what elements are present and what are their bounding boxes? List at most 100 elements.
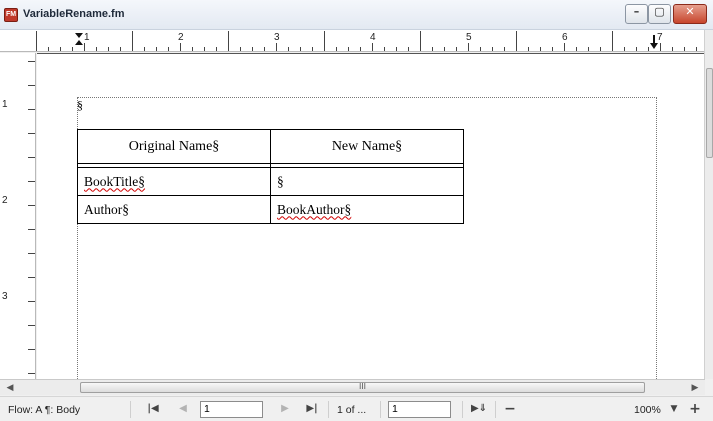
ruler-tick: [300, 47, 301, 51]
ruler-tick: [468, 43, 469, 51]
cell-text: §: [277, 173, 284, 189]
ruler-tick: [252, 47, 253, 51]
ruler-tick: [168, 47, 169, 51]
ruler-tick: [420, 31, 421, 51]
flow-tag-label: Flow: A ¶: Body: [8, 404, 81, 416]
ruler-tick: [672, 47, 673, 51]
horizontal-ruler[interactable]: 1 2 3 4 5 6 7: [0, 30, 705, 52]
vertical-ruler[interactable]: 1 2 3: [0, 53, 36, 379]
ruler-tick: [28, 133, 35, 134]
ruler-tick: [384, 47, 385, 51]
goto-page-input[interactable]: 1: [388, 401, 451, 418]
ruler-number: 4: [370, 32, 376, 43]
vertical-scrollbar[interactable]: [704, 30, 713, 379]
ruler-tick: [348, 47, 349, 51]
left-indent-marker-icon[interactable]: [74, 32, 84, 50]
framemaker-app-icon[interactable]: FM: [4, 8, 18, 22]
ruler-tick: [28, 373, 35, 374]
scroll-left-arrow-icon[interactable]: ◀: [3, 381, 17, 395]
ruler-tick: [28, 325, 35, 326]
ruler-tick: [204, 47, 205, 51]
ruler-number: 2: [2, 195, 8, 206]
ruler-tick: [36, 31, 37, 51]
ruler-tick: [28, 301, 35, 302]
first-page-button[interactable]: |◀: [146, 402, 160, 416]
ruler-tick: [28, 61, 35, 62]
minimize-button[interactable]: –: [625, 4, 648, 24]
ruler-tick: [588, 47, 589, 51]
cell-text: BookAuthor§: [277, 201, 352, 217]
table-cell-original[interactable]: Author§: [77, 195, 271, 224]
last-page-button[interactable]: ▶|: [305, 402, 319, 416]
ruler-tick: [432, 47, 433, 51]
document-canvas[interactable]: § Original Name§ New Name§ BookTitle§ § …: [37, 53, 704, 379]
table-header-row: Original Name§ New Name§: [77, 129, 464, 164]
table-cell-new[interactable]: BookAuthor§: [270, 195, 464, 224]
status-separator: [495, 401, 496, 418]
zoom-dropdown-icon[interactable]: ▼: [667, 402, 681, 416]
ruler-tick: [396, 47, 397, 51]
zoom-out-button[interactable]: −: [503, 402, 517, 416]
ruler-tick: [144, 47, 145, 51]
zoom-in-button[interactable]: +: [688, 402, 702, 416]
ruler-tick: [240, 47, 241, 51]
ruler-tick: [96, 47, 97, 51]
ruler-number: 5: [466, 32, 472, 43]
header-original-name[interactable]: Original Name§: [77, 129, 271, 164]
ruler-tick: [28, 277, 35, 278]
ruler-tick: [72, 47, 73, 51]
ruler-tick: [360, 47, 361, 51]
ruler-number: 2: [178, 32, 184, 43]
ruler-tick: [552, 47, 553, 51]
header-new-name[interactable]: New Name§: [270, 129, 464, 164]
ruler-tick: [28, 229, 35, 230]
ruler-tick: [660, 43, 661, 51]
maximize-button[interactable]: ▢: [648, 4, 671, 24]
ruler-tick: [28, 253, 35, 254]
window-title: VariableRename.fm: [23, 8, 125, 20]
goto-page-icon[interactable]: ▶⇓: [470, 402, 488, 416]
ruler-tick: [28, 85, 35, 86]
ruler-tick: [132, 31, 133, 51]
horizontal-scrollbar[interactable]: ◀ III ▶: [0, 379, 705, 395]
ruler-tick: [564, 43, 565, 51]
ruler-tick: [28, 157, 35, 158]
table-row: Author§ BookAuthor§: [77, 195, 464, 224]
status-separator: [328, 401, 329, 418]
ruler-number: 3: [2, 291, 8, 302]
previous-page-button[interactable]: ◀: [176, 402, 190, 416]
ruler-tick: [120, 47, 121, 51]
ruler-tick: [192, 47, 193, 51]
cell-text: Author§: [84, 201, 129, 217]
variables-table[interactable]: Original Name§ New Name§ BookTitle§ § Au…: [77, 129, 464, 224]
ruler-tick: [336, 47, 337, 51]
status-separator: [130, 401, 131, 418]
table-row: BookTitle§ §: [77, 167, 464, 196]
vertical-scrollbar-thumb[interactable]: [706, 68, 713, 158]
ruler-number: 1: [2, 99, 8, 110]
ruler-number: 3: [274, 32, 280, 43]
ruler-tick: [636, 47, 637, 51]
ruler-tick: [228, 31, 229, 51]
table-cell-new[interactable]: §: [270, 167, 464, 196]
close-button[interactable]: ✕: [673, 4, 707, 24]
zoom-level[interactable]: 100%: [634, 404, 661, 416]
ruler-tick: [576, 47, 577, 51]
next-page-button[interactable]: ▶: [278, 402, 292, 416]
paragraph-mark: §: [77, 98, 83, 112]
ruler-tick: [156, 47, 157, 51]
table-cell-original[interactable]: BookTitle§: [77, 167, 271, 196]
page-count: 1 of ...: [337, 404, 367, 416]
scroll-right-arrow-icon[interactable]: ▶: [688, 381, 702, 395]
status-separator: [462, 401, 463, 418]
right-indent-marker-icon[interactable]: [649, 34, 659, 50]
ruler-tick: [324, 31, 325, 51]
ruler-tick: [264, 47, 265, 51]
status-bar: Flow: A ¶: Body |◀ ◀ 1 ▶ ▶| 1 of ... 1 ▶…: [0, 396, 713, 421]
ruler-tick: [696, 47, 697, 51]
page-number-input[interactable]: 1: [200, 401, 263, 418]
ruler-number: 6: [562, 32, 568, 43]
horizontal-scrollbar-thumb[interactable]: III: [80, 382, 645, 393]
ruler-tick: [408, 47, 409, 51]
ruler-tick: [600, 47, 601, 51]
